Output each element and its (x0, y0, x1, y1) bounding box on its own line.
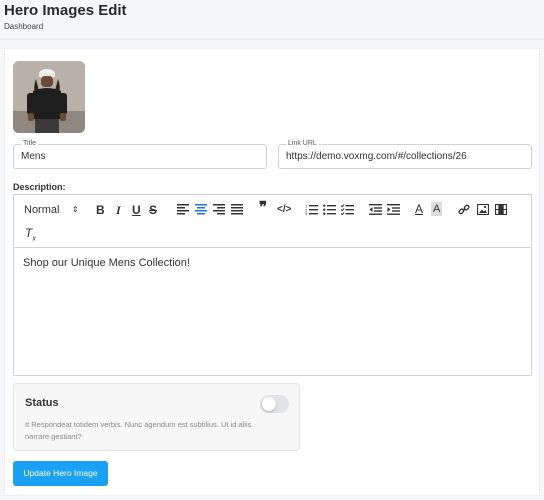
align-left-icon[interactable] (177, 204, 189, 215)
format-select[interactable]: Normal ⇕ (24, 203, 82, 217)
hero-image-thumbnail[interactable] (13, 61, 85, 133)
editor-content[interactable]: Shop our Unique Mens Collection! (23, 257, 190, 269)
svg-text:3: 3 (305, 211, 308, 215)
editor-toolbar: Normal ⇕ B I U S ❞ </> 123 A A Tx (14, 195, 531, 248)
status-help-text: It Respondeat totidem verbis. Nunc agend… (25, 420, 252, 441)
ordered-list-icon[interactable]: 123 (305, 204, 318, 215)
edit-form-card: Title Link URL Description: Normal ⇕ B I… (4, 48, 540, 496)
bold-icon[interactable]: B (96, 203, 105, 217)
bullet-list-icon[interactable] (323, 204, 336, 215)
checklist-icon[interactable] (341, 204, 354, 215)
highlight-color-icon[interactable]: A (431, 202, 443, 216)
indent-icon[interactable] (387, 204, 400, 215)
rich-text-editor: Normal ⇕ B I U S ❞ </> 123 A A Tx Shop o… (13, 194, 532, 376)
link-url-field: Link URL (278, 139, 532, 169)
link-url-label: Link URL (286, 139, 319, 149)
update-hero-image-button[interactable]: Update Hero Image (13, 461, 108, 486)
link-icon[interactable] (458, 204, 470, 215)
code-icon[interactable]: </> (277, 203, 291, 217)
format-select-label: Normal (24, 204, 60, 216)
status-title: Status (25, 397, 59, 409)
strikethrough-icon[interactable]: S (149, 203, 157, 217)
toggle-knob (262, 397, 276, 411)
person-photo-icon (13, 61, 85, 133)
status-panel: Status It Respondeat totidem verbis. Nun… (13, 383, 300, 451)
underline-icon[interactable]: U (132, 203, 141, 217)
image-icon[interactable] (477, 204, 489, 215)
breadcrumb[interactable]: Dashboard (4, 22, 43, 31)
status-toggle[interactable] (260, 395, 289, 413)
title-field: Title (13, 139, 267, 169)
video-icon[interactable] (495, 204, 507, 215)
page-header: Hero Images Edit Dashboard (0, 0, 544, 40)
chevron-updown-icon: ⇕ (72, 205, 79, 214)
italic-icon[interactable]: I (116, 203, 121, 217)
title-label: Title (21, 139, 38, 149)
description-label: Description: (13, 182, 66, 192)
align-justify-icon[interactable] (231, 204, 243, 215)
link-url-input[interactable] (286, 151, 516, 162)
page-title: Hero Images Edit (4, 2, 127, 19)
text-color-icon[interactable]: A (415, 202, 423, 216)
align-right-icon[interactable] (213, 204, 225, 215)
blockquote-icon[interactable]: ❞ (259, 200, 267, 215)
outdent-icon[interactable] (369, 204, 382, 215)
align-center-icon[interactable] (195, 204, 207, 215)
clear-format-icon[interactable]: Tx (25, 226, 36, 246)
title-input[interactable] (21, 151, 251, 162)
